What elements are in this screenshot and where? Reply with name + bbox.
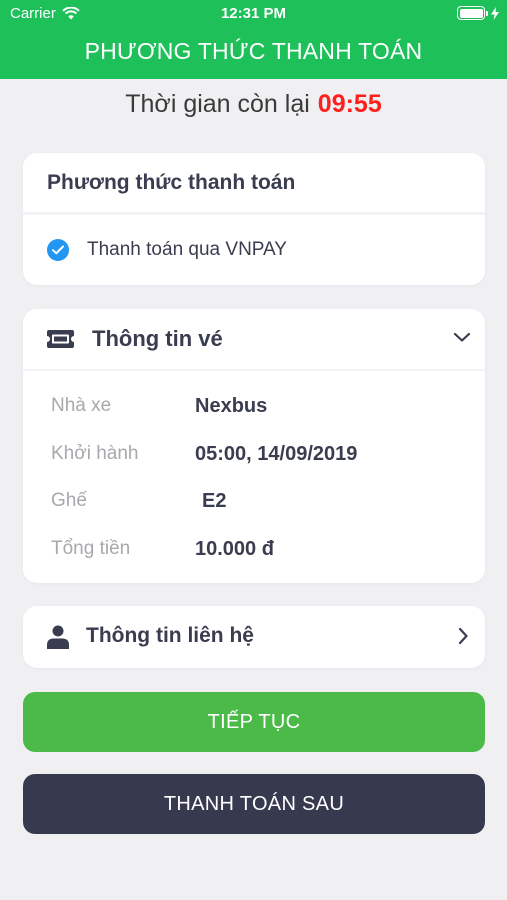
row-value: 05:00, 14/09/2019 <box>195 443 358 465</box>
timer-value: 09:55 <box>317 90 382 118</box>
status-bar: Carrier 12:31 PM <box>0 0 507 28</box>
contact-info-title: Thông tin liên hệ <box>86 624 254 647</box>
ticket-info-header[interactable]: Thông tin vé <box>23 309 485 371</box>
pay-later-button[interactable]: THANH TOÁN SAU <box>23 774 485 834</box>
battery-icon <box>457 6 499 20</box>
payment-method-title: Phương thức thanh toán <box>23 153 485 215</box>
status-time: 12:31 PM <box>220 5 287 22</box>
continue-button[interactable]: TIẾP TỤC <box>23 692 485 752</box>
payment-method-card: Phương thức thanh toán Thanh toán qua VN… <box>23 153 485 285</box>
payment-option-label: Thanh toán qua VNPAY <box>87 239 287 260</box>
ticket-icon <box>47 330 74 348</box>
ticket-info-title: Thông tin vé <box>92 326 223 351</box>
timer-label: Thời gian còn lại <box>125 90 310 118</box>
row-value: E2 <box>202 490 227 512</box>
page-title: PHƯƠNG THỨC THANH TOÁN <box>84 38 423 64</box>
user-icon <box>47 625 69 649</box>
chevron-right-icon[interactable] <box>457 627 469 645</box>
row-value: Nexbus <box>195 395 268 417</box>
row-label: Tổng tiền <box>51 538 131 559</box>
check-circle-icon[interactable] <box>47 239 69 261</box>
countdown-timer: Thời gian còn lại 09:55 <box>0 90 507 119</box>
row-label: Nhà xe <box>51 395 112 416</box>
bolt-icon <box>491 6 499 20</box>
chevron-down-icon[interactable] <box>453 331 471 343</box>
ticket-info-card: Thông tin vé Nhà xe Nexbus Khởi hành 05:… <box>23 309 485 583</box>
row-label: Khởi hành <box>51 443 139 464</box>
top-bar: Carrier 12:31 PM PHƯƠNG THỨC THANH TOÁN <box>0 0 507 79</box>
row-label: Ghế <box>51 490 87 511</box>
row-value: 10.000 đ <box>195 538 274 560</box>
payment-option-vnpay[interactable]: Thanh toán qua VNPAY <box>47 239 287 261</box>
contact-info-card[interactable]: Thông tin liên hệ <box>23 606 485 668</box>
